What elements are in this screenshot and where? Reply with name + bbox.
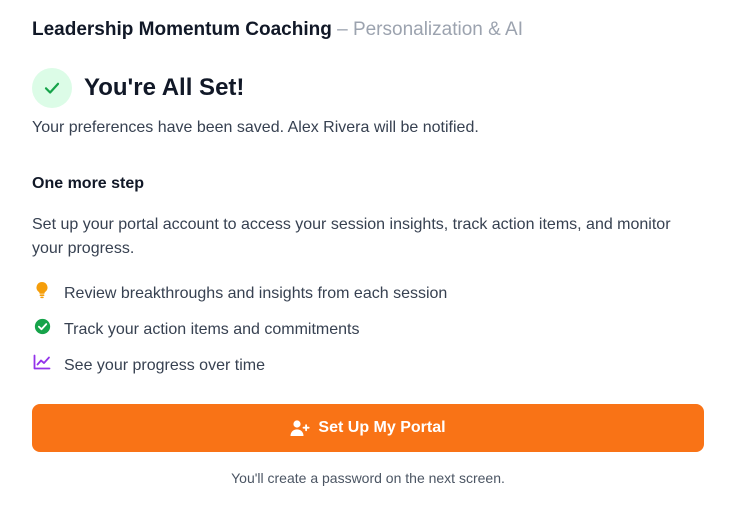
- user-plus-icon: [290, 419, 311, 437]
- trend-chart-icon: [32, 352, 52, 372]
- header-separator: –: [331, 19, 353, 40]
- page-header: Leadership Momentum Coaching – Personali…: [32, 18, 523, 42]
- feature-label: Review breakthroughs and insights from e…: [64, 285, 448, 302]
- check-circle-icon: [32, 316, 52, 336]
- header-subtitle: Personalization & AI: [352, 19, 523, 40]
- footnote: You'll create a password on the next scr…: [231, 470, 505, 486]
- check-icon: [32, 68, 72, 108]
- lightbulb-icon: [32, 280, 52, 300]
- feature-label: See your progress over time: [64, 357, 265, 374]
- list-item: Track your action items and commitments: [32, 312, 447, 348]
- feature-label: Track your action items and commitments: [64, 321, 360, 338]
- success-title: You're All Set!: [84, 74, 245, 101]
- step-heading: One more step: [32, 175, 145, 192]
- step-description: Set up your portal account to access you…: [32, 216, 671, 257]
- saved-message: Your preferences have been saved. Alex R…: [32, 119, 479, 136]
- setup-portal-label: Set Up My Portal: [318, 419, 446, 436]
- success-banner: You're All Set!: [32, 68, 244, 108]
- list-item: See your progress over time: [32, 348, 447, 384]
- feature-list: Review breakthroughs and insights from e…: [32, 276, 447, 384]
- list-item: Review breakthroughs and insights from e…: [32, 276, 447, 312]
- brand-name: Leadership Momentum Coaching: [32, 19, 332, 40]
- setup-portal-button[interactable]: Set Up My Portal: [32, 404, 704, 452]
